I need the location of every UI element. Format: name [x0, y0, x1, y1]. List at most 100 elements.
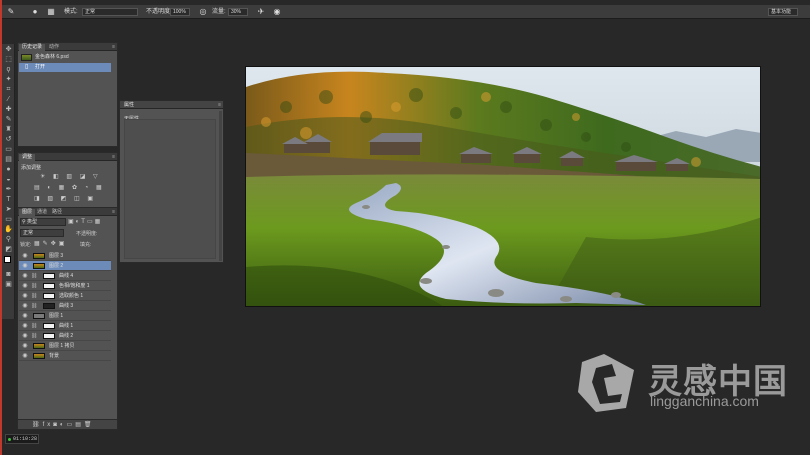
screen-mode-icon[interactable]: ▣: [3, 280, 14, 289]
visibility-eye-icon[interactable]: ◉: [21, 281, 29, 291]
mode-select[interactable]: 正常: [82, 8, 138, 16]
layer-row[interactable]: ◉ ⛓ 选取颜色 1: [19, 291, 111, 301]
visibility-eye-icon[interactable]: ◉: [21, 321, 29, 331]
workspace-select[interactable]: 基本功能: [768, 8, 798, 16]
color-swatches[interactable]: [3, 255, 14, 269]
airbrush-icon[interactable]: ✈: [256, 7, 266, 17]
foreground-color-swatch[interactable]: [4, 256, 11, 263]
panel-menu-icon[interactable]: ≡: [218, 102, 221, 108]
pressure-size-icon[interactable]: ◉: [272, 7, 282, 17]
dodge-tool-icon[interactable]: ◒: [3, 175, 14, 184]
layer-thumbnail: [33, 343, 45, 349]
adjustment-icons-row-1[interactable]: ☀ ◧ ▥ ◪ ▽: [40, 173, 101, 180]
stamp-tool-icon[interactable]: ♜: [3, 125, 14, 134]
layer-row[interactable]: ◉ ⛓ 曲线 3: [19, 301, 111, 311]
clip-link-icon: ⛓: [31, 283, 38, 289]
tab-adjustments[interactable]: 调整: [19, 154, 36, 161]
layers-footer-icons[interactable]: ⛓fx◙◐▭▤🗑: [18, 419, 117, 429]
brush-panel-toggle-icon[interactable]: ▦: [46, 7, 56, 17]
blur-tool-icon[interactable]: ●: [3, 165, 14, 174]
panel-menu-icon[interactable]: ≡: [112, 154, 115, 160]
landscape-photo: [246, 67, 760, 306]
gradient-tool-icon[interactable]: ▤: [3, 155, 14, 164]
default-colors-icon[interactable]: ◩: [3, 245, 14, 254]
layer-row[interactable]: ◉ ⛓ 曲线 2: [19, 331, 111, 341]
pressure-opacity-icon[interactable]: ◎: [198, 7, 208, 17]
layer-filter-icons[interactable]: ▣◐T▭▦: [68, 218, 102, 225]
layer-row[interactable]: ◉ ⛓ 曲线 4: [19, 271, 111, 281]
layer-row[interactable]: ◉ 图层 3: [19, 251, 111, 261]
visibility-eye-icon[interactable]: ◉: [21, 261, 29, 271]
shape-tool-icon[interactable]: ▭: [3, 215, 14, 224]
tab-properties[interactable]: 属性: [121, 102, 137, 109]
layer-name: 曲线 3: [59, 303, 74, 309]
visibility-eye-icon[interactable]: ◉: [21, 271, 29, 281]
layer-kind-label: 类型: [27, 219, 38, 225]
layer-opacity-label: 不透明度:: [76, 231, 98, 237]
tab-paths[interactable]: 路径: [49, 209, 65, 216]
eyedropper-tool-icon[interactable]: ⁄: [3, 95, 14, 104]
panel-menu-icon[interactable]: ≡: [112, 209, 115, 215]
visibility-eye-icon[interactable]: ◉: [21, 341, 29, 351]
path-select-tool-icon[interactable]: ➤: [3, 205, 14, 214]
properties-scrollbar[interactable]: [219, 111, 222, 261]
tab-actions[interactable]: 动作: [46, 44, 62, 51]
brush-tool-icon[interactable]: ✎: [6, 7, 16, 17]
opacity-field[interactable]: 100%: [170, 8, 190, 16]
document-canvas[interactable]: [245, 66, 761, 307]
visibility-eye-icon[interactable]: ◉: [21, 251, 29, 261]
move-tool-icon[interactable]: ✥: [3, 45, 14, 54]
visibility-eye-icon[interactable]: ◉: [21, 301, 29, 311]
layer-filter-select[interactable]: ⚲ 类型: [20, 218, 66, 226]
quick-select-tool-icon[interactable]: ✦: [3, 75, 14, 84]
marquee-tool-icon[interactable]: ⬚: [3, 55, 14, 64]
clip-link-icon: ⛓: [31, 333, 38, 339]
brush-tool-icon[interactable]: ✎: [3, 115, 14, 124]
eraser-tool-icon[interactable]: ▭: [3, 145, 14, 154]
layer-row[interactable]: ◉ 背景: [19, 351, 111, 361]
adjustment-icons-row-2[interactable]: ▤ ◐ ▦ ✿ ◔ ▦: [34, 184, 105, 191]
history-state-open[interactable]: ▯ 打开: [19, 63, 111, 72]
flow-field[interactable]: 30%: [228, 8, 248, 16]
layer-thumbnail: [43, 323, 55, 329]
snapshot-thumbnail: [21, 54, 32, 61]
layer-row[interactable]: ◉ ⛓ 色相/饱和度 1: [19, 281, 111, 291]
watermark-url: lingganchina.com: [650, 393, 759, 409]
zoom-tool-icon[interactable]: ⚲: [3, 235, 14, 244]
blend-mode-select[interactable]: 正常: [20, 229, 64, 237]
history-brush-tool-icon[interactable]: ↺: [3, 135, 14, 144]
type-tool-icon[interactable]: T: [3, 195, 14, 204]
site-watermark: 灵感中国 lingganchina.com: [574, 350, 794, 416]
tab-layers[interactable]: 图层: [19, 209, 36, 216]
layer-thumbnail: [43, 293, 55, 299]
visibility-eye-icon[interactable]: ◉: [21, 331, 29, 341]
crop-tool-icon[interactable]: ⌗: [3, 85, 14, 94]
layer-name: 选取颜色 1: [59, 293, 84, 299]
tab-channels[interactable]: 通道: [34, 209, 50, 216]
layer-row[interactable]: ◉ ⛓ 曲线 1: [19, 321, 111, 331]
healing-tool-icon[interactable]: ✚: [3, 105, 14, 114]
properties-panel: 属性 ≡ 无属性: [119, 100, 224, 263]
layer-name: 图层 1: [49, 313, 64, 319]
quick-mask-icon[interactable]: ◙: [3, 270, 14, 279]
lasso-tool-icon[interactable]: ϙ: [3, 65, 14, 74]
tab-history[interactable]: 历史记录: [19, 44, 46, 51]
visibility-eye-icon[interactable]: ◉: [21, 291, 29, 301]
clip-link-icon: ⛓: [31, 323, 38, 329]
lock-icons[interactable]: ▦✎✥▣: [34, 240, 67, 247]
adjustment-icons-row-3[interactable]: ◨ ▧ ◩ ◫ ▣: [34, 195, 96, 202]
hand-tool-icon[interactable]: ✋: [3, 225, 14, 234]
layer-name: 曲线 2: [59, 333, 74, 339]
brush-preset-icon[interactable]: ●: [30, 7, 40, 17]
layer-row[interactable]: ◉ 图层 1: [19, 311, 111, 321]
visibility-eye-icon[interactable]: ◉: [21, 351, 29, 361]
layer-row[interactable]: ◉ 图层 1 拷贝: [19, 341, 111, 351]
history-snapshot[interactable]: 金色森林 6.psd: [19, 53, 111, 62]
layer-thumbnail: [43, 273, 55, 279]
options-bar: ✎ ● ▦ 模式: 正常 不透明度: 100% ◎ 流量: 30% ✈ ◉ 基本…: [2, 5, 810, 19]
tools-panel: ✥ ⬚ ϙ ✦ ⌗ ⁄ ✚ ✎ ♜ ↺ ▭ ▤ ● ◒ ✒ T ➤ ▭ ✋ ⚲ …: [2, 44, 15, 319]
layer-row[interactable]: ◉ 图层 2: [19, 261, 111, 271]
visibility-eye-icon[interactable]: ◉: [21, 311, 29, 321]
pen-tool-icon[interactable]: ✒: [3, 185, 14, 194]
panel-menu-icon[interactable]: ≡: [112, 44, 115, 50]
